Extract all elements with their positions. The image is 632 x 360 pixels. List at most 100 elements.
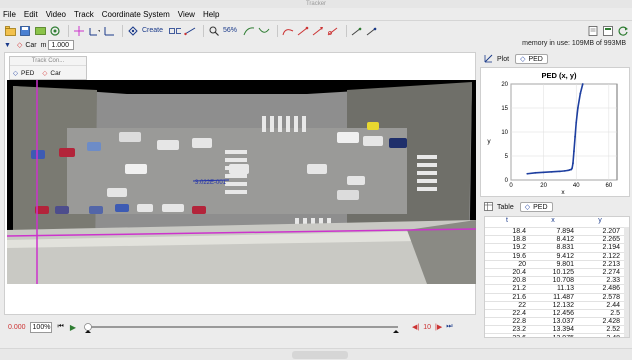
x-tick-label: 60 [606,183,613,189]
video-frame[interactable]: 3.022E-001 [7,80,476,284]
table-cell: 12.132 [552,301,574,309]
force-vector-icon[interactable] [327,25,339,37]
zoom-icon[interactable] [208,25,220,37]
data-table[interactable]: t x y 18.4 7.894 2.207 18.8 8.412 2.265 19.2 8.… [484,216,630,338]
data-point[interactable] [581,83,584,85]
table-tab-label[interactable]: Table [497,204,514,211]
path-icon[interactable] [258,25,270,37]
data-point[interactable] [563,169,566,172]
data-point[interactable] [575,121,578,124]
curve-icon[interactable] [282,25,294,37]
menu-file[interactable]: File [3,10,22,19]
acceleration-vector-icon[interactable] [312,25,324,37]
table-row[interactable]: 18.4 7.894 2.207 [485,227,629,235]
menu-help[interactable]: Help [203,10,225,19]
menu-view[interactable]: View [178,10,201,19]
rewind-icon[interactable]: ⏮ [58,323,64,331]
data-point[interactable] [572,162,574,165]
table-track-dropdown[interactable]: ◇ PED [519,202,553,212]
table-row[interactable]: 22 12.132 2.44 [485,300,629,309]
coordinate-axes-icon[interactable] [73,25,85,37]
tape-measure-icon[interactable] [184,25,196,37]
end-marker-icon[interactable] [393,330,399,333]
ped-xy-chart[interactable]: PED (x, y) 0 20 40 60 0 5 10 15 20 x y [481,68,629,196]
axes-dropdown-icon[interactable] [88,25,100,37]
menu-track[interactable]: Track [74,10,100,19]
memory-status: memory in use: 109MB of 993MB [522,40,626,47]
calibration-icon[interactable] [103,25,115,37]
track-control-panel[interactable]: Track Con... ◇ PED ◇ Car [9,56,87,80]
save-icon[interactable] [19,25,31,37]
table-cell: 2.5 [610,309,620,317]
plot-area[interactable]: PED (x, y) 0 20 40 60 0 5 10 15 20 x y [480,67,630,197]
table-row[interactable]: 20 9.801 2.213 [485,259,629,268]
stroboscopic-icon[interactable] [351,25,363,37]
time-readout[interactable]: 0.000 [8,324,26,331]
col-header-x[interactable]: x [529,217,577,227]
velocity-vector-icon[interactable] [297,25,309,37]
properties-icon[interactable] [602,25,614,37]
data-point[interactable] [574,135,576,138]
refresh-icon[interactable] [617,25,629,37]
table-row[interactable]: 23.2 13.394 2.52 [485,325,629,333]
data-point[interactable] [571,167,574,169]
table-row[interactable]: 22.4 12.456 2.5 [485,308,629,317]
data-point[interactable] [542,171,545,174]
col-header-y[interactable]: y [577,217,623,227]
table-scrollbar[interactable] [624,227,629,337]
play-icon[interactable]: ▶ [70,323,76,332]
filter-icon[interactable] [366,25,378,37]
table-cell: 2.122 [602,252,620,260]
clip-settings-icon[interactable] [49,25,61,37]
table-cell: 8.831 [556,244,574,252]
menu-edit[interactable]: Edit [24,10,44,19]
table-row[interactable]: 19.6 9.412 2.122 [485,251,629,260]
create-track-button[interactable]: Create [142,27,163,34]
track-name[interactable]: Car [25,42,36,49]
step-count[interactable]: 10 [423,324,431,331]
loop-icon[interactable]: ⏭ [446,323,452,331]
track-menu-chevron-icon[interactable]: ▼ [4,42,11,49]
data-point[interactable] [568,169,571,171]
slider-thumb[interactable] [84,323,92,331]
data-point[interactable] [579,92,582,95]
series-line-ped[interactable] [527,83,584,175]
video-clip-icon[interactable] [34,25,46,37]
table-row[interactable]: 19.2 8.831 2.194 [485,243,629,251]
col-header-t[interactable]: t [485,217,529,227]
autotracker-icon[interactable] [169,25,182,37]
data-point[interactable] [567,169,569,172]
menu-coordinate-system[interactable]: Coordinate System [102,10,176,19]
video-zoom-input[interactable]: 100% [29,321,52,333]
data-point[interactable] [559,170,561,173]
table-row[interactable]: 20.8 10.708 2.33 [485,276,629,284]
table-row[interactable]: 21.2 11.13 2.486 [485,284,629,292]
car-track-button[interactable]: ◇ Car [42,69,60,78]
data-point[interactable] [573,150,575,153]
data-point[interactable] [576,107,579,109]
table-row[interactable]: 20.4 10.125 2.274 [485,267,629,277]
zoom-level[interactable]: 56% [223,27,237,34]
open-file-icon[interactable] [4,25,16,37]
plot-tab-label[interactable]: Plot [497,56,509,63]
notes-icon[interactable] [587,25,599,37]
step-back-icon[interactable]: ◀| [412,323,419,331]
table-row[interactable]: 18.8 8.412 2.265 [485,235,629,243]
menu-video[interactable]: Video [46,10,72,19]
table-row[interactable]: 23.613.9752.48 [485,333,629,337]
start-marker-icon[interactable] [85,330,91,333]
plot-track-dropdown[interactable]: ◇ PED [515,54,548,64]
step-forward-icon[interactable]: |▶ [435,323,442,331]
table-cell: 10.125 [552,269,574,277]
data-point[interactable] [526,172,529,175]
table-row[interactable]: 22.8 13.037 2.428 [485,317,629,325]
divider-handle[interactable] [292,351,348,359]
frame-slider[interactable] [82,320,402,334]
ped-track-button[interactable]: ◇ PED [13,69,34,78]
table-row[interactable]: 21.6 11.487 2.578 [485,292,629,301]
trail-icon[interactable] [243,25,255,37]
mass-input[interactable]: 1.000 [48,40,75,50]
data-point[interactable] [550,170,553,173]
data-point[interactable] [534,171,537,174]
create-track-icon[interactable] [127,25,139,37]
